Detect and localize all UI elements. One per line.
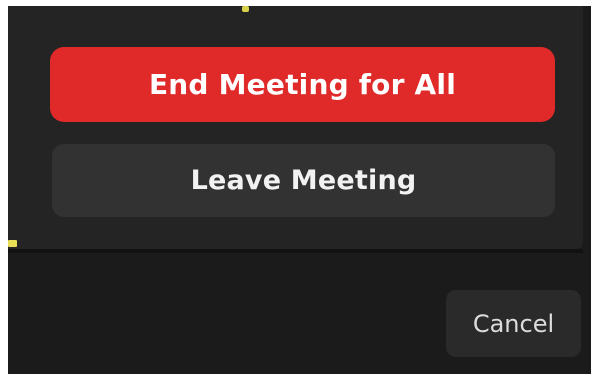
screenshot-frame: End Meeting for All Leave Meeting Cancel xyxy=(0,0,599,383)
end-meeting-for-all-label: End Meeting for All xyxy=(148,68,457,101)
speaker-highlight-marker xyxy=(8,240,17,247)
cancel-label: Cancel xyxy=(472,309,555,338)
leave-meeting-button[interactable]: Leave Meeting xyxy=(52,144,555,217)
speaker-highlight-marker xyxy=(242,6,249,12)
end-meeting-for-all-button[interactable]: End Meeting for All xyxy=(50,47,555,122)
cancel-button[interactable]: Cancel xyxy=(446,290,581,357)
popup-edge-shadow xyxy=(8,249,583,253)
leave-meeting-label: Leave Meeting xyxy=(190,165,417,196)
